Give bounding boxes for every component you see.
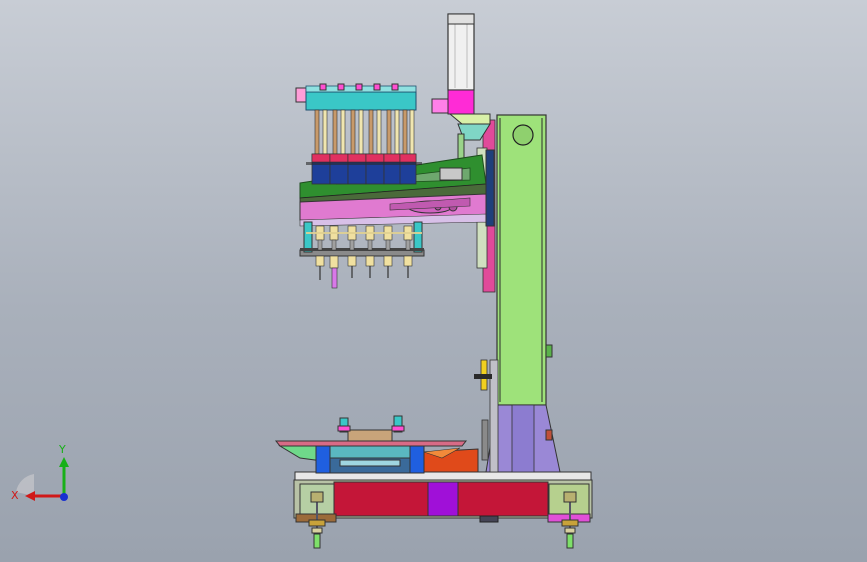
fixture-plate [274, 440, 468, 447]
y-axis-arrow-head [59, 457, 69, 467]
leveling-foot-right [561, 491, 579, 549]
base-purple-block [427, 481, 459, 517]
column-bore-hole [512, 124, 534, 146]
base-frame[interactable] [293, 471, 593, 523]
fixture-clamp-left [337, 417, 351, 433]
orientation-triad: X Y [11, 443, 69, 502]
fixture-table[interactable] [274, 415, 479, 474]
cad-viewport[interactable]: X Y [0, 0, 867, 562]
leveling-foot-left [308, 491, 326, 549]
machine-assembly-model[interactable] [0, 0, 867, 562]
spindle-top-header [295, 83, 417, 111]
motor-body [447, 13, 475, 91]
motor-coupling [447, 89, 475, 115]
x-axis-label: X [11, 489, 19, 502]
z-axis-dot [60, 493, 68, 501]
fixture-clamp-right [391, 415, 405, 433]
triad-plane-icon [16, 474, 34, 496]
column-body [496, 114, 547, 406]
y-axis-label: Y [58, 443, 66, 456]
